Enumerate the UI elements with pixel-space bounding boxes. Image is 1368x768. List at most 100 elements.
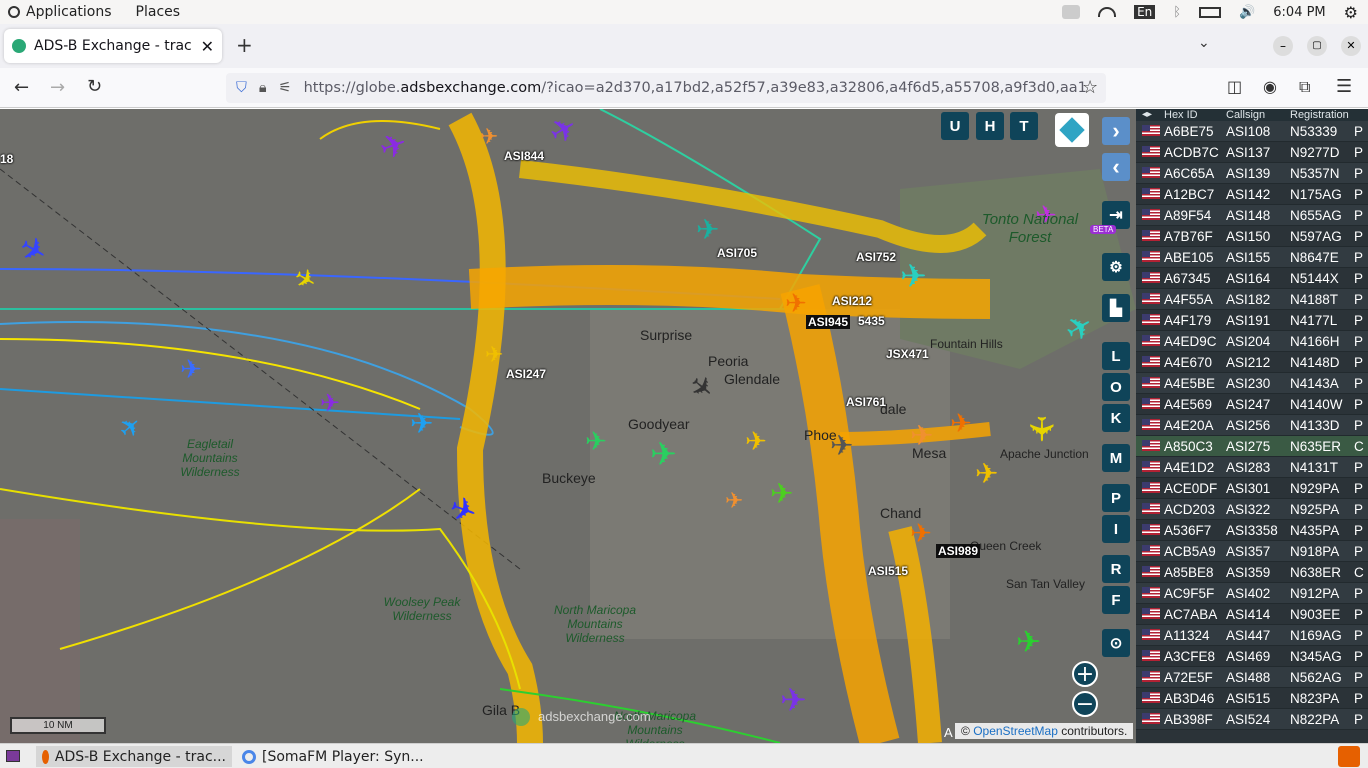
- button-u[interactable]: U: [941, 112, 969, 140]
- table-row[interactable]: ACB5A9 ASI357 N918PA P: [1136, 541, 1368, 562]
- map-layers-button[interactable]: [1055, 113, 1089, 147]
- aircraft-icon[interactable]: ✈: [975, 457, 998, 490]
- table-row[interactable]: AB3D46 ASI515 N823PA P: [1136, 688, 1368, 709]
- system-settings-icon[interactable]: ⚙: [1344, 3, 1358, 22]
- aircraft-icon[interactable]: ✈: [696, 213, 719, 246]
- applications-menu[interactable]: Applications: [8, 4, 112, 20]
- pocket-icon[interactable]: ◫: [1227, 77, 1242, 96]
- permissions-icon[interactable]: ⚟: [279, 80, 292, 96]
- collapse-toggle-icon[interactable]: ◂▸: [1136, 109, 1164, 121]
- zoom-out-button[interactable]: −: [1072, 691, 1098, 717]
- aircraft-icon[interactable]: ✈: [650, 435, 677, 473]
- button-l[interactable]: L: [1102, 342, 1130, 370]
- table-row[interactable]: A4E5BE ASI230 N4143A P: [1136, 373, 1368, 394]
- bluetooth-icon[interactable]: ᛒ: [1173, 5, 1181, 20]
- table-row[interactable]: AC9F5F ASI402 N912PA P: [1136, 583, 1368, 604]
- aircraft-icon[interactable]: ✈: [410, 407, 433, 440]
- button-r[interactable]: R: [1102, 555, 1130, 583]
- reload-button-icon[interactable]: ↻: [87, 76, 102, 97]
- table-row[interactable]: A4F55A ASI182 N4188T P: [1136, 289, 1368, 310]
- expand-panel-button[interactable]: ›: [1102, 117, 1130, 145]
- osm-link[interactable]: OpenStreetMap: [973, 724, 1058, 738]
- button-m[interactable]: M: [1102, 444, 1130, 472]
- column-callsign[interactable]: Callsign: [1226, 109, 1290, 121]
- aircraft-icon[interactable]: ✈: [1020, 415, 1060, 444]
- forward-button-icon[interactable]: →: [50, 77, 65, 98]
- table-row[interactable]: ACE0DF ASI301 N929PA P: [1136, 478, 1368, 499]
- table-row[interactable]: ABE105 ASI155 N8647E P: [1136, 247, 1368, 268]
- table-row[interactable]: AC7ABA ASI414 N903EE P: [1136, 604, 1368, 625]
- table-row[interactable]: A89F54 ASI148 N655AG P: [1136, 205, 1368, 226]
- flight-label[interactable]: ASI212: [832, 294, 872, 308]
- button-p[interactable]: P: [1102, 484, 1130, 512]
- table-row[interactable]: A536F7 ASI3358 N435PA P: [1136, 520, 1368, 541]
- column-registration[interactable]: Registration: [1290, 109, 1354, 121]
- column-hex-id[interactable]: Hex ID: [1164, 109, 1226, 121]
- flight-label[interactable]: ASI705: [717, 246, 757, 260]
- table-row[interactable]: A850C3 ASI275 N635ER C: [1136, 436, 1368, 457]
- flight-label[interactable]: JSX471: [886, 347, 929, 361]
- table-row[interactable]: A4ED9C ASI204 N4166H P: [1136, 331, 1368, 352]
- table-row[interactable]: A6BE75 ASI108 N53339 P: [1136, 121, 1368, 142]
- table-row[interactable]: ACD203 ASI322 N925PA P: [1136, 499, 1368, 520]
- table-row[interactable]: A85BE8 ASI359 N638ER C: [1136, 562, 1368, 583]
- bookmark-star-icon[interactable]: ☆: [1082, 77, 1098, 98]
- table-row[interactable]: A72E5F ASI488 N562AG P: [1136, 667, 1368, 688]
- places-menu[interactable]: Places: [136, 4, 181, 20]
- back-button-icon[interactable]: ←: [14, 77, 29, 98]
- table-row[interactable]: A3CFE8 ASI469 N345AG P: [1136, 646, 1368, 667]
- aircraft-icon[interactable]: ✈: [745, 427, 767, 457]
- table-row[interactable]: A7B76F ASI150 N597AG P: [1136, 226, 1368, 247]
- flight-label[interactable]: 5435: [858, 314, 885, 328]
- maximize-window-button[interactable]: ▢: [1307, 36, 1327, 56]
- volume-icon[interactable]: 🔊: [1239, 5, 1255, 20]
- taskbar-item-chrome[interactable]: [SomaFM Player: Syn...: [236, 746, 432, 767]
- flight-label[interactable]: ASI752: [856, 250, 896, 264]
- aircraft-icon[interactable]: ✈: [950, 409, 972, 439]
- close-window-button[interactable]: ✕: [1341, 36, 1361, 56]
- aircraft-icon[interactable]: ✈: [725, 489, 743, 514]
- address-bar[interactable]: ⛉ 🔒︎ ⚟ https://globe.adsbexchange.com/?i…: [226, 73, 1106, 103]
- table-row[interactable]: A4E670 ASI212 N4148D P: [1136, 352, 1368, 373]
- settings-gear-icon[interactable]: ⚙: [1102, 253, 1130, 281]
- table-row[interactable]: A4E569 ASI247 N4140W P: [1136, 394, 1368, 415]
- aircraft-icon[interactable]: ✈: [910, 519, 932, 549]
- clock[interactable]: 6:04 PM: [1273, 5, 1325, 20]
- button-i[interactable]: I: [1102, 515, 1130, 543]
- battery-icon[interactable]: [1199, 6, 1222, 18]
- indicator-icon[interactable]: [1062, 5, 1081, 19]
- collapse-panel-button[interactable]: ‹: [1102, 153, 1130, 181]
- flight-label[interactable]: 18: [0, 152, 13, 166]
- button-o[interactable]: O: [1102, 373, 1130, 401]
- extensions-icon[interactable]: ⧉: [1299, 77, 1310, 97]
- flight-label[interactable]: ASI945: [806, 315, 851, 329]
- table-row[interactable]: A12BC7 ASI142 N175AG P: [1136, 184, 1368, 205]
- wifi-icon[interactable]: [1098, 7, 1117, 17]
- flight-label[interactable]: ASI761: [846, 395, 886, 409]
- show-desktop-icon[interactable]: [6, 750, 20, 762]
- taskbar-item-firefox[interactable]: ADS-B Exchange - trac...: [36, 746, 232, 767]
- aircraft-icon[interactable]: ✈: [1016, 625, 1041, 660]
- tracking-protection-icon[interactable]: ⛉: [236, 80, 247, 96]
- table-row[interactable]: A6C65A ASI139 N5357N P: [1136, 163, 1368, 184]
- button-k[interactable]: K: [1102, 404, 1130, 432]
- flight-label[interactable]: ASI989: [936, 544, 981, 558]
- close-tab-icon[interactable]: ✕: [201, 37, 214, 56]
- stats-icon[interactable]: ▙: [1102, 294, 1130, 322]
- button-t[interactable]: T: [1010, 112, 1038, 140]
- aircraft-icon[interactable]: ✈: [480, 125, 498, 150]
- replay-icon[interactable]: ⊙: [1102, 629, 1130, 657]
- aircraft-icon[interactable]: ✈: [320, 389, 340, 417]
- firefox-tray-icon[interactable]: [1338, 746, 1360, 767]
- list-all-tabs-icon[interactable]: ⌄: [1198, 35, 1210, 51]
- app-menu-icon[interactable]: ☰: [1336, 76, 1352, 97]
- aircraft-icon[interactable]: ✈: [780, 681, 807, 719]
- table-row[interactable]: A11324 ASI447 N169AG P: [1136, 625, 1368, 646]
- zoom-in-button[interactable]: +: [1072, 661, 1098, 687]
- aircraft-icon[interactable]: ✈: [785, 289, 807, 319]
- table-row[interactable]: A4F179 ASI191 N4177L P: [1136, 310, 1368, 331]
- aircraft-table-panel[interactable]: ◂▸ Hex ID Callsign Registration A6BE75 AS…: [1136, 109, 1368, 743]
- table-row[interactable]: ACDB7C ASI137 N9277D P: [1136, 142, 1368, 163]
- lock-icon[interactable]: 🔒︎: [259, 80, 267, 96]
- table-row[interactable]: A4E1D2 ASI283 N4131T P: [1136, 457, 1368, 478]
